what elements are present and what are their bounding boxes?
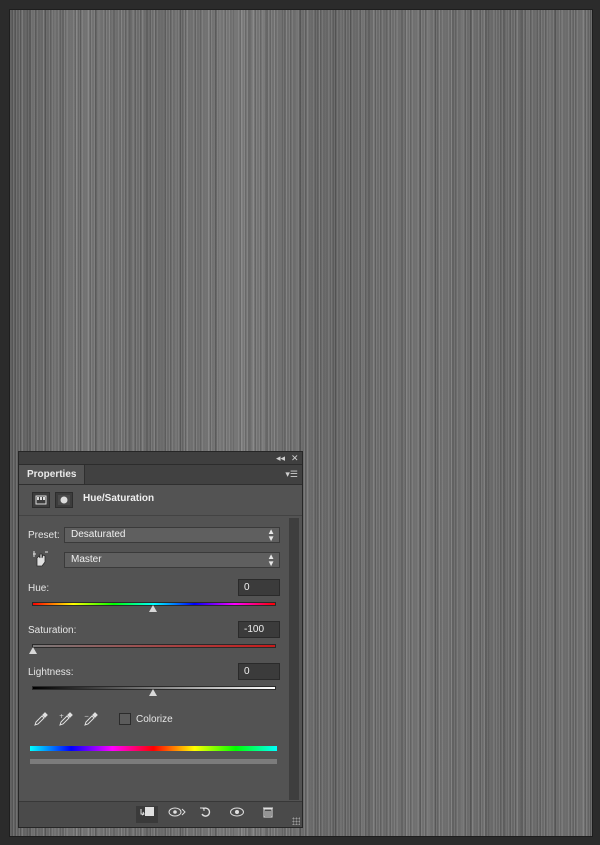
panel-topbar: ◂◂ ✕ bbox=[19, 452, 302, 465]
colorize-checkbox[interactable] bbox=[119, 713, 131, 725]
adjustment-layer-icon[interactable] bbox=[32, 492, 50, 508]
channel-value: Master bbox=[71, 554, 102, 565]
reset-icon[interactable] bbox=[195, 806, 217, 823]
channel-select[interactable]: Master ▲ ▼ bbox=[64, 552, 280, 568]
eyedropper-icon[interactable] bbox=[34, 712, 48, 726]
lightness-input[interactable]: 0 bbox=[238, 663, 280, 680]
panel-footer bbox=[19, 801, 302, 827]
panel-scrollbar[interactable] bbox=[289, 518, 299, 800]
svg-text:+: + bbox=[59, 713, 64, 720]
select-arrows-icon: ▲ ▼ bbox=[267, 527, 275, 543]
targeted-adjustment-icon[interactable] bbox=[31, 550, 49, 573]
panel-menu-icon[interactable]: ▾☰ bbox=[285, 469, 298, 480]
eyedropper-minus-icon[interactable]: − bbox=[84, 712, 98, 726]
saturation-label: Saturation: bbox=[28, 625, 77, 636]
mask-icon[interactable] bbox=[55, 492, 73, 508]
color-spectrum-bar bbox=[30, 746, 277, 751]
hue-label: Hue: bbox=[28, 583, 50, 594]
preset-label: Preset: bbox=[28, 530, 60, 541]
clip-to-layer-icon[interactable] bbox=[136, 806, 158, 823]
lightness-label: Lightness: bbox=[28, 667, 74, 678]
adjustment-header: Hue/Saturation bbox=[19, 485, 302, 516]
visibility-icon[interactable] bbox=[226, 806, 248, 823]
saturation-input[interactable]: -100 bbox=[238, 621, 280, 638]
delete-icon[interactable] bbox=[257, 806, 279, 823]
svg-text:−: − bbox=[84, 713, 89, 720]
colorize-label: Colorize bbox=[136, 714, 173, 725]
tab-properties[interactable]: Properties bbox=[19, 465, 86, 484]
eyedropper-plus-icon[interactable]: + bbox=[59, 712, 73, 726]
lightness-slider-thumb[interactable] bbox=[149, 689, 157, 696]
preset-select[interactable]: Desaturated ▲ ▼ bbox=[64, 527, 280, 543]
tab-bar: Properties ▾☰ bbox=[19, 465, 302, 485]
hue-input[interactable]: 0 bbox=[238, 579, 280, 596]
hue-slider-thumb[interactable] bbox=[149, 605, 157, 612]
resize-grip-icon[interactable] bbox=[292, 817, 300, 825]
select-arrows-icon: ▲ ▼ bbox=[267, 552, 275, 568]
adjusted-spectrum-bar bbox=[30, 759, 277, 764]
view-previous-icon[interactable] bbox=[166, 806, 188, 823]
double-chevron-left-icon[interactable]: ◂◂ bbox=[276, 452, 285, 464]
close-icon[interactable]: ✕ bbox=[291, 452, 299, 464]
saturation-slider-track[interactable] bbox=[32, 644, 276, 648]
saturation-slider-thumb[interactable] bbox=[29, 647, 37, 654]
properties-panel: ◂◂ ✕ Properties ▾☰ Hue/Saturation Preset… bbox=[18, 451, 303, 828]
adjustment-title: Hue/Saturation bbox=[83, 493, 155, 504]
preset-value: Desaturated bbox=[71, 529, 126, 540]
